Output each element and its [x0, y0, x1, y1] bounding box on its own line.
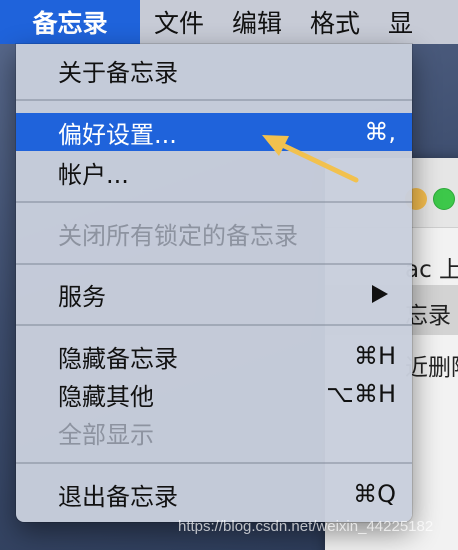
menubar-item-file[interactable]: 文件 — [140, 0, 218, 44]
menu-separator — [16, 99, 412, 101]
menu-item-hide-others[interactable]: 隐藏其他 ⌥⌘H — [16, 375, 412, 413]
menu-item-close-locked: 关闭所有锁定的备忘录 — [16, 214, 412, 252]
menu-item-label: 退出备忘录 — [58, 482, 178, 511]
menu-item-shortcut: ⌥⌘H — [326, 380, 396, 408]
menu-item-label: 关闭所有锁定的备忘录 — [58, 221, 298, 250]
menu-item-shortcut: ⌘H — [353, 342, 396, 370]
menu-item-shortcut: ⌘, — [364, 118, 396, 146]
menu-item-label: 隐藏其他 — [58, 382, 154, 411]
menu-item-show-all: 全部显示 — [16, 413, 412, 451]
submenu-arrow-icon — [372, 285, 388, 303]
menu-separator — [16, 201, 412, 203]
menu-bar: 备忘录 文件 编辑 格式 显 — [0, 0, 458, 44]
menu-separator — [16, 263, 412, 265]
menu-item-label: 服务 — [58, 282, 106, 311]
menu-item-label: 全部显示 — [58, 420, 154, 449]
menu-item-label: 关于备忘录 — [58, 58, 178, 87]
menu-separator — [16, 324, 412, 326]
menubar-item-notes[interactable]: 备忘录 — [0, 0, 140, 44]
menubar-item-view[interactable]: 显 — [374, 0, 427, 44]
menu-item-preferences[interactable]: 偏好设置... ⌘, — [16, 113, 412, 151]
menu-item-shortcut: ⌘Q — [353, 480, 396, 508]
menu-item-label: 偏好设置... — [58, 120, 177, 149]
menu-item-label: 隐藏备忘录 — [58, 344, 178, 373]
sidebar-item-recently-deleted[interactable]: 近删除 — [405, 348, 458, 382]
menu-separator — [16, 462, 412, 464]
menu-item-hide[interactable]: 隐藏备忘录 ⌘H — [16, 337, 412, 375]
menubar-item-format[interactable]: 格式 — [296, 0, 374, 44]
menu-item-accounts[interactable]: 帐户... — [16, 153, 412, 191]
menubar-item-edit[interactable]: 编辑 — [218, 0, 296, 44]
notes-app-menu: 关于备忘录 偏好设置... ⌘, 帐户... 关闭所有锁定的备忘录 服务 隐藏备… — [16, 44, 412, 522]
watermark: https://blog.csdn.net/weixin_44225182 — [178, 518, 434, 535]
zoom-button[interactable] — [433, 188, 455, 210]
sidebar-folder-text: ac 上 — [405, 257, 458, 283]
menu-item-label: 帐户... — [58, 160, 129, 189]
menu-item-about[interactable]: 关于备忘录 — [16, 51, 412, 89]
menu-item-services[interactable]: 服务 — [16, 275, 412, 313]
menu-item-quit[interactable]: 退出备忘录 ⌘Q — [16, 475, 412, 513]
